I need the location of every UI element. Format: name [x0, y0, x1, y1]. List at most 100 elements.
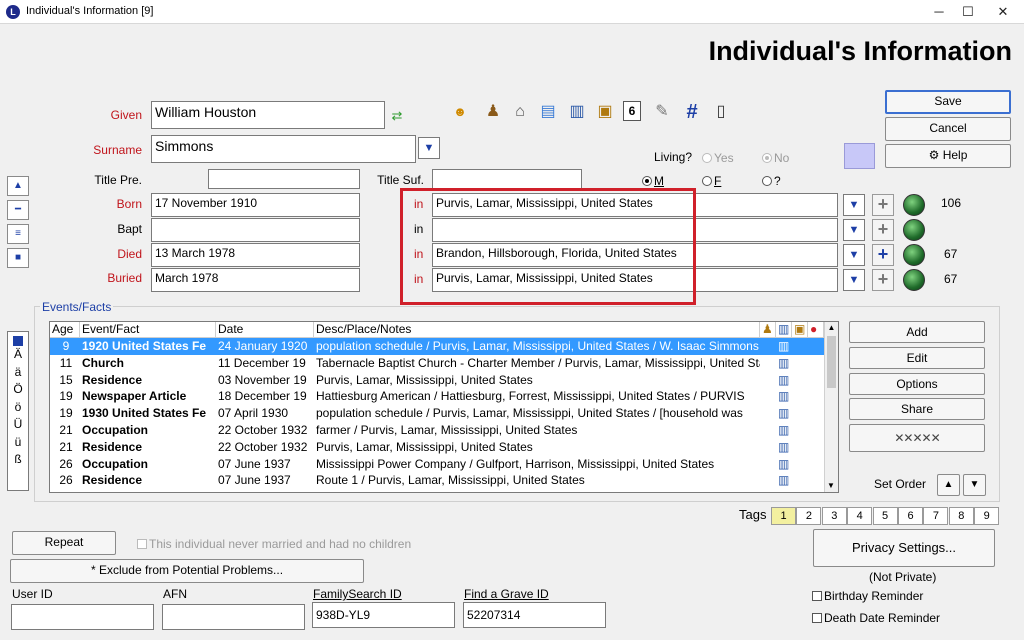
char-button[interactable]: ß — [8, 451, 28, 469]
familysearch-link[interactable]: FamilySearch ID — [313, 587, 402, 601]
order-up-button[interactable]: ▲ — [937, 474, 960, 496]
table-scrollbar[interactable]: ▲ ▼ — [824, 322, 838, 492]
column-header-age[interactable]: Age — [50, 322, 80, 337]
scroll-up-icon[interactable]: ▲ — [825, 322, 838, 334]
scroll-down-icon[interactable]: ▼ — [825, 480, 837, 492]
buried-place-dropdown[interactable]: ▼ — [843, 269, 865, 291]
died-globe-icon[interactable] — [903, 244, 925, 266]
char-button[interactable]: Ö — [8, 381, 28, 399]
move-up-icon[interactable]: ▲ — [7, 176, 29, 196]
column-header-desc[interactable]: Desc/Place/Notes — [314, 322, 760, 337]
swap-icon[interactable]: ⇄ — [386, 105, 408, 127]
table-row[interactable]: 11 Church 11 December 19 Tabernacle Baptist… — [50, 355, 838, 372]
scroll-thumb[interactable] — [827, 336, 836, 388]
smiley-icon[interactable]: ☻ — [449, 101, 471, 123]
table-row[interactable]: 19 1930 United States Fe 07 April 1930 popu… — [50, 405, 838, 422]
help-button[interactable]: ⚙ Help — [885, 144, 1011, 168]
save-button[interactable]: Save — [885, 90, 1011, 114]
column-header-date[interactable]: Date — [216, 322, 314, 337]
add-event-button[interactable]: Add — [849, 321, 985, 343]
tag-6[interactable]: 6 — [898, 507, 923, 525]
born-add-icon[interactable]: + — [872, 194, 894, 216]
cancel-button[interactable]: Cancel — [885, 117, 1011, 141]
tag-7[interactable]: 7 — [923, 507, 949, 525]
maximize-button[interactable]: ☐ — [953, 2, 983, 22]
died-add-icon[interactable]: + — [872, 244, 894, 266]
tag-9[interactable]: 9 — [974, 507, 1000, 525]
buried-date-input[interactable]: March 1978 — [151, 268, 360, 292]
table-row[interactable]: 26 Residence 07 June 1937 Route 1 / Purvis,… — [50, 472, 838, 489]
order-down-button[interactable]: ▼ — [963, 474, 986, 496]
never-married-checkbox[interactable]: This individual never married and had no… — [137, 537, 411, 551]
death-reminder-checkbox[interactable]: Death Date Reminder — [812, 611, 940, 625]
title-pre-input[interactable] — [208, 169, 360, 189]
char-button[interactable]: ö — [8, 399, 28, 417]
hash-icon[interactable]: # — [681, 101, 703, 123]
born-date-input[interactable]: 17 November 1910 — [151, 193, 360, 217]
buried-globe-icon[interactable] — [903, 269, 925, 291]
afn-input[interactable] — [162, 604, 305, 630]
table-row[interactable]: 21 Residence 22 October 1932 Purvis, Lamar,… — [50, 439, 838, 456]
column-header-event[interactable]: Event/Fact — [80, 322, 216, 337]
char-button[interactable]: ä — [8, 364, 28, 382]
exclude-problems-button[interactable]: * Exclude from Potential Problems... — [10, 559, 364, 583]
table-row[interactable]: 26 Occupation 07 June 1937 Mississippi Powe… — [50, 456, 838, 473]
picture-icon[interactable]: ▣ — [594, 101, 616, 123]
living-yes-radio[interactable]: Yes — [702, 151, 734, 165]
born-place-dropdown[interactable]: ▼ — [843, 194, 865, 216]
repeat-button[interactable]: Repeat — [12, 531, 116, 555]
tag-5[interactable]: 5 — [872, 507, 898, 525]
events-table[interactable]: Age Event/Fact Date Desc/Place/Notes ♟ ▥… — [49, 321, 839, 493]
buried-add-icon[interactable]: + — [872, 269, 894, 291]
square-icon[interactable]: ■ — [7, 248, 29, 268]
table-row[interactable]: 19 Newspaper Article 18 December 19 Hatties… — [50, 388, 838, 405]
privacy-settings-button[interactable]: Privacy Settings... — [813, 529, 995, 567]
tag-2[interactable]: 2 — [796, 507, 822, 525]
gender-unknown-radio[interactable]: ? — [762, 174, 781, 188]
char-button[interactable]: ü — [8, 434, 28, 452]
bapt-add-icon[interactable]: + — [872, 219, 894, 241]
table-row[interactable]: 21 Occupation 22 October 1932 farmer / Purv… — [50, 422, 838, 439]
table-row[interactable]: 15 Residence 03 November 19 Purvis, Lamar, … — [50, 372, 838, 389]
dna-button[interactable]: ✕✕✕✕✕ — [849, 424, 985, 452]
user-id-input[interactable] — [11, 604, 154, 630]
born-globe-icon[interactable] — [903, 194, 925, 216]
tag-4[interactable]: 4 — [847, 507, 873, 525]
home-icon[interactable]: ⌂ — [509, 101, 531, 123]
list-icon[interactable]: ≡ — [7, 224, 29, 244]
share-button[interactable]: Share — [849, 398, 985, 420]
familysearch-input[interactable]: 938D-YL9 — [312, 602, 455, 628]
findagrave-input[interactable]: 52207314 — [463, 602, 606, 628]
char-button[interactable]: Ü — [8, 416, 28, 434]
char-button[interactable]: Ä — [8, 346, 28, 364]
book-icon[interactable]: ▯ — [710, 101, 732, 123]
given-input[interactable]: William Houston — [151, 101, 385, 129]
notes-icon[interactable]: ✎ — [651, 101, 673, 123]
living-no-radio[interactable]: No — [762, 151, 789, 165]
bapt-globe-icon[interactable] — [903, 219, 925, 241]
tag-3[interactable]: 3 — [821, 507, 847, 525]
close-button[interactable]: ✕ — [988, 2, 1018, 22]
died-place-dropdown[interactable]: ▼ — [843, 244, 865, 266]
options-button[interactable]: Options — [849, 373, 985, 395]
findagrave-link[interactable]: Find a Grave ID — [464, 587, 549, 601]
edit-event-button[interactable]: Edit — [849, 347, 985, 369]
pin-icon[interactable] — [13, 336, 23, 346]
minimize-button[interactable]: ─ — [924, 2, 954, 22]
people-icon[interactable]: ♟ — [482, 101, 504, 123]
calendar-icon[interactable]: 6 — [623, 101, 641, 121]
color-swatch[interactable] — [844, 143, 875, 169]
tag-8[interactable]: 8 — [948, 507, 974, 525]
gender-m-radio[interactable]: M — [642, 174, 664, 188]
title-suf-input[interactable] — [432, 169, 582, 189]
birthday-reminder-checkbox[interactable]: Birthday Reminder — [812, 589, 923, 603]
surname-input[interactable]: Simmons — [151, 135, 416, 163]
table-row[interactable]: 9 1920 United States Fe 24 January 1920 pop… — [50, 338, 838, 355]
minus-icon[interactable]: ━ — [7, 200, 29, 220]
tag-1[interactable]: 1 — [771, 507, 796, 525]
died-date-input[interactable]: 13 March 1978 — [151, 243, 360, 267]
document-icon[interactable]: ▤ — [537, 101, 559, 123]
bapt-place-dropdown[interactable]: ▼ — [843, 219, 865, 241]
bapt-date-input[interactable] — [151, 218, 360, 242]
books-icon[interactable]: ▥ — [566, 101, 588, 123]
